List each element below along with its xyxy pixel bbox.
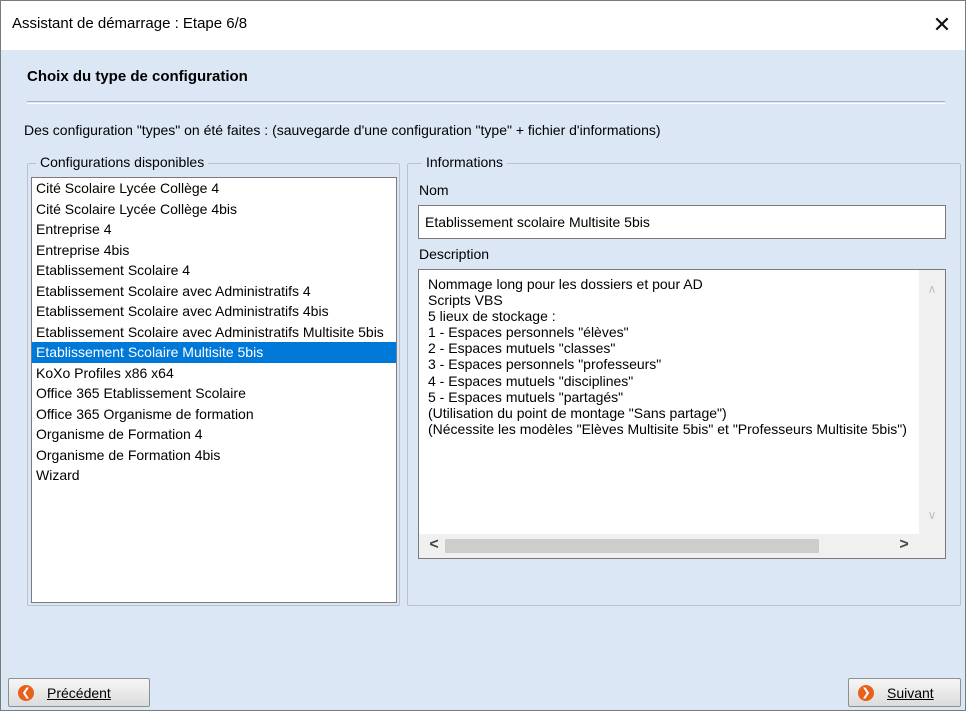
next-button-label: Suivant <box>887 684 934 701</box>
list-item[interactable]: Entreprise 4 <box>32 219 396 240</box>
list-item[interactable]: Etablissement Scolaire Multisite 5bis <box>32 342 396 363</box>
configurations-legend: Configurations disponibles <box>36 154 209 170</box>
description-line: 2 - Espaces mutuels "classes" <box>428 340 616 357</box>
description-line: 4 - Espaces mutuels "disciplines" <box>428 372 634 389</box>
description-line: 1 - Espaces personnels "élèves" <box>428 324 629 341</box>
list-item[interactable]: Office 365 Etablissement Scolaire <box>32 383 396 404</box>
description-textarea[interactable]: Nommage long pour les dossiers et pour A… <box>418 269 946 559</box>
description-line: Nommage long pour les dossiers et pour A… <box>428 276 703 292</box>
scroll-right-icon[interactable]: > <box>891 534 917 558</box>
next-button[interactable]: ❯ Suivant <box>848 678 961 707</box>
scrollbar-corner <box>919 534 945 558</box>
arrow-right-icon: ❯ <box>858 684 874 701</box>
list-item[interactable]: Entreprise 4bis <box>32 240 396 261</box>
arrow-left-icon: ❮ <box>18 684 34 701</box>
scroll-up-icon[interactable]: ∧ <box>919 278 945 300</box>
list-item[interactable]: KoXo Profiles x86 x64 <box>32 363 396 384</box>
description-horizontal-scrollbar[interactable]: < > <box>419 534 919 558</box>
previous-button[interactable]: ❮ Précédent <box>8 678 150 707</box>
description-vertical-scrollbar[interactable]: ∧ ∨ <box>919 270 945 534</box>
window-title: Assistant de démarrage : Etape 6/8 <box>12 15 248 32</box>
description-label: Description <box>419 246 490 262</box>
list-item[interactable]: Office 365 Organisme de formation <box>32 404 396 425</box>
title-bar: Assistant de démarrage : Etape 6/8 ✕ <box>1 1 965 50</box>
list-item[interactable]: Cité Scolaire Lycée Collège 4 <box>32 178 396 199</box>
intro-text: Des configuration "types" on été faites … <box>24 122 661 138</box>
description-line: 3 - Espaces personnels "professeurs" <box>428 356 662 373</box>
list-item[interactable]: Organisme de Formation 4bis <box>32 445 396 466</box>
list-item[interactable]: Cité Scolaire Lycée Collège 4bis <box>32 199 396 220</box>
informations-legend: Informations <box>422 154 508 170</box>
configurations-listbox[interactable]: Cité Scolaire Lycée Collège 4 Cité Scolai… <box>31 177 397 603</box>
description-line: 5 - Espaces mutuels "partagés" <box>428 388 624 405</box>
heading-divider <box>27 101 945 104</box>
list-item[interactable]: Organisme de Formation 4 <box>32 424 396 445</box>
scroll-down-icon[interactable]: ∨ <box>919 504 945 526</box>
close-icon[interactable]: ✕ <box>927 10 957 40</box>
list-item[interactable]: Etablissement Scolaire avec Administrati… <box>32 301 396 322</box>
description-text: Nommage long pour les dossiers et pour A… <box>428 276 913 437</box>
description-line: (Nécessite les modèles "Elèves Multisite… <box>428 420 907 437</box>
horizontal-scroll-thumb[interactable] <box>445 539 819 553</box>
list-item[interactable]: Wizard <box>32 465 396 486</box>
name-field[interactable]: Etablissement scolaire Multisite 5bis <box>418 205 946 239</box>
wizard-window: Assistant de démarrage : Etape 6/8 ✕ Cho… <box>0 0 966 711</box>
previous-button-label: Précédent <box>47 684 111 701</box>
name-label: Nom <box>419 182 449 198</box>
description-line: 5 lieux de stockage : <box>428 308 556 325</box>
list-item[interactable]: Etablissement Scolaire avec Administrati… <box>32 281 396 302</box>
list-item[interactable]: Etablissement Scolaire avec Administrati… <box>32 322 396 343</box>
description-line: (Utilisation du point de montage "Sans p… <box>428 404 727 421</box>
description-line: Scripts VBS <box>428 292 503 309</box>
scroll-left-icon[interactable]: < <box>421 534 447 558</box>
list-item[interactable]: Etablissement Scolaire 4 <box>32 260 396 281</box>
page-heading: Choix du type de configuration <box>27 68 248 85</box>
